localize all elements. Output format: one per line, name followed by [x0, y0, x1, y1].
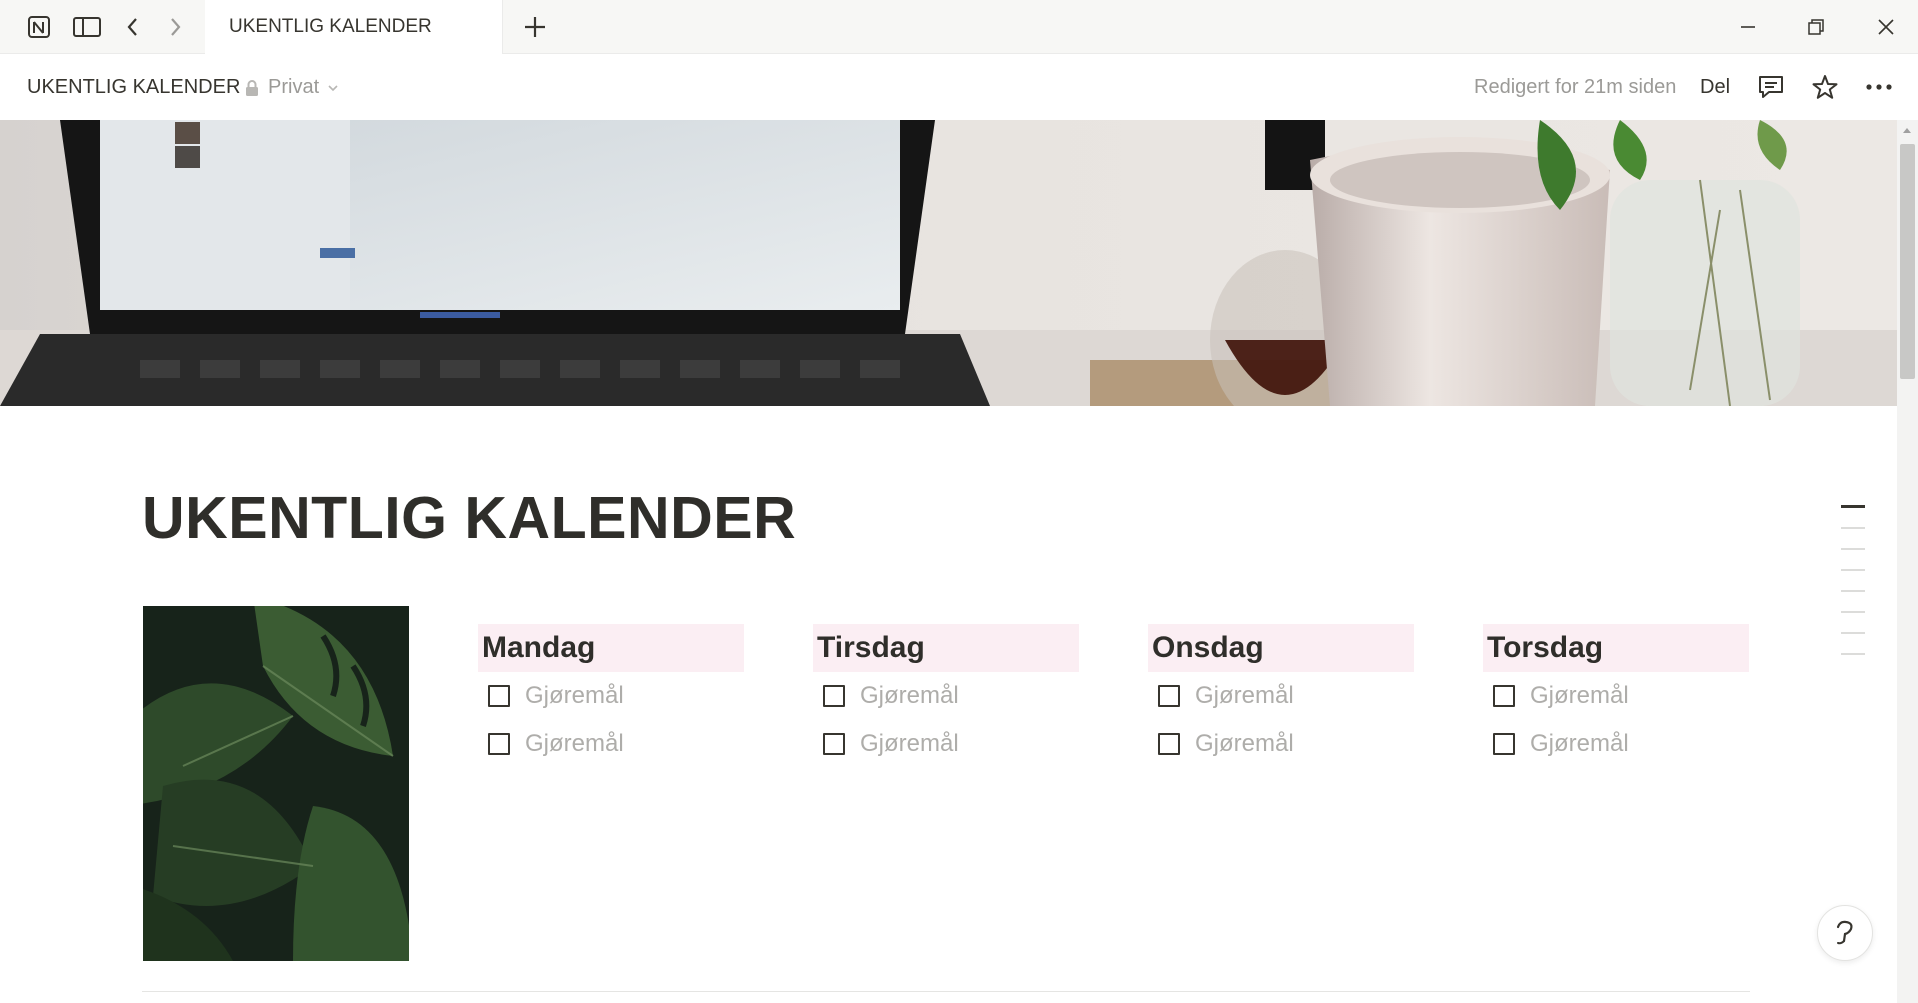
- todo-placeholder[interactable]: Gjøremål: [525, 682, 624, 710]
- toc-line[interactable]: [1841, 569, 1865, 571]
- todo-item[interactable]: Gjøremål: [478, 720, 744, 768]
- toc-line[interactable]: [1841, 632, 1865, 634]
- cover-image: [0, 120, 1897, 406]
- toc-line[interactable]: [1841, 527, 1865, 529]
- toc-line[interactable]: [1841, 611, 1865, 613]
- checkbox[interactable]: [1493, 733, 1515, 755]
- toc-line[interactable]: [1841, 548, 1865, 550]
- help-button[interactable]: [1817, 905, 1873, 961]
- restore-icon[interactable]: [1796, 8, 1836, 46]
- share-button[interactable]: Del: [1700, 76, 1730, 99]
- day-heading[interactable]: Torsdag: [1483, 624, 1749, 672]
- tab-ukentlig-kalender[interactable]: UKENTLIG KALENDER: [205, 0, 503, 54]
- todo-placeholder[interactable]: Gjøremål: [860, 682, 959, 710]
- todo-item[interactable]: Gjøremål: [1148, 672, 1414, 720]
- checkbox[interactable]: [1493, 685, 1515, 707]
- day-heading[interactable]: Onsdag: [1148, 624, 1414, 672]
- window-titlebar: UKENTLIG KALENDER: [0, 0, 1918, 54]
- new-tab-plus-icon[interactable]: [518, 10, 552, 44]
- lock-icon: [246, 79, 258, 96]
- day-column-tirsdag: Tirsdag Gjøremål Gjøremål: [813, 624, 1079, 768]
- divider: [142, 991, 1750, 992]
- day-column-mandag: Mandag Gjøremål Gjøremål: [478, 624, 744, 768]
- help-question-icon: [1836, 920, 1853, 945]
- monstera-leaf-image: [143, 606, 409, 961]
- edited-timestamp: Redigert for 21m siden: [1474, 76, 1677, 98]
- day-column-torsdag: Torsdag Gjøremål Gjøremål: [1483, 624, 1749, 768]
- todo-item[interactable]: Gjøremål: [1148, 720, 1414, 768]
- minimize-icon[interactable]: [1728, 8, 1768, 46]
- checkbox[interactable]: [488, 733, 510, 755]
- checkbox[interactable]: [1158, 733, 1180, 755]
- star-favorite-icon[interactable]: [1808, 70, 1842, 104]
- todo-item[interactable]: Gjøremål: [1483, 672, 1749, 720]
- breadcrumb[interactable]: UKENTLIG KALENDER: [27, 76, 240, 99]
- todo-item[interactable]: Gjøremål: [813, 672, 1079, 720]
- toc-line[interactable]: [1841, 653, 1865, 655]
- todo-placeholder[interactable]: Gjøremål: [1530, 682, 1629, 710]
- forward-arrow-icon[interactable]: [158, 10, 192, 44]
- scrollbar-thumb[interactable]: [1900, 144, 1915, 379]
- toc-line[interactable]: [1841, 590, 1865, 592]
- comment-icon[interactable]: [1754, 70, 1788, 104]
- checkbox[interactable]: [823, 685, 845, 707]
- chevron-down-icon: [328, 84, 338, 91]
- day-column-onsdag: Onsdag Gjøremål Gjøremål: [1148, 624, 1414, 768]
- more-options-icon[interactable]: [1862, 70, 1896, 104]
- privacy-label: Privat: [268, 76, 320, 98]
- table-of-contents-minimap[interactable]: [1841, 505, 1865, 674]
- back-arrow-icon[interactable]: [116, 10, 150, 44]
- scroll-up-arrow-icon[interactable]: [1903, 128, 1911, 133]
- tab-title: UKENTLIG KALENDER: [229, 16, 432, 37]
- checkbox[interactable]: [488, 685, 510, 707]
- todo-placeholder[interactable]: Gjøremål: [1195, 682, 1294, 710]
- day-heading[interactable]: Tirsdag: [813, 624, 1079, 672]
- todo-placeholder[interactable]: Gjøremål: [525, 730, 624, 758]
- todo-placeholder[interactable]: Gjøremål: [1530, 730, 1629, 758]
- notion-logo-icon[interactable]: [22, 10, 56, 44]
- page-topbar: UKENTLIG KALENDER Privat Redigert for 21…: [0, 54, 1918, 120]
- day-heading[interactable]: Mandag: [478, 624, 744, 672]
- todo-item[interactable]: Gjøremål: [478, 672, 744, 720]
- todo-item[interactable]: Gjøremål: [813, 720, 1079, 768]
- todo-item[interactable]: Gjøremål: [1483, 720, 1749, 768]
- privacy-dropdown[interactable]: Privat: [244, 76, 339, 99]
- todo-placeholder[interactable]: Gjøremål: [1195, 730, 1294, 758]
- toc-line[interactable]: [1841, 505, 1865, 508]
- todo-placeholder[interactable]: Gjøremål: [860, 730, 959, 758]
- page-title[interactable]: UKENTLIG KALENDER: [142, 484, 796, 552]
- checkbox[interactable]: [823, 733, 845, 755]
- sidebar-toggle-icon[interactable]: [70, 10, 104, 44]
- scrollbar[interactable]: [1897, 120, 1918, 1003]
- close-icon[interactable]: [1866, 8, 1906, 46]
- checkbox[interactable]: [1158, 685, 1180, 707]
